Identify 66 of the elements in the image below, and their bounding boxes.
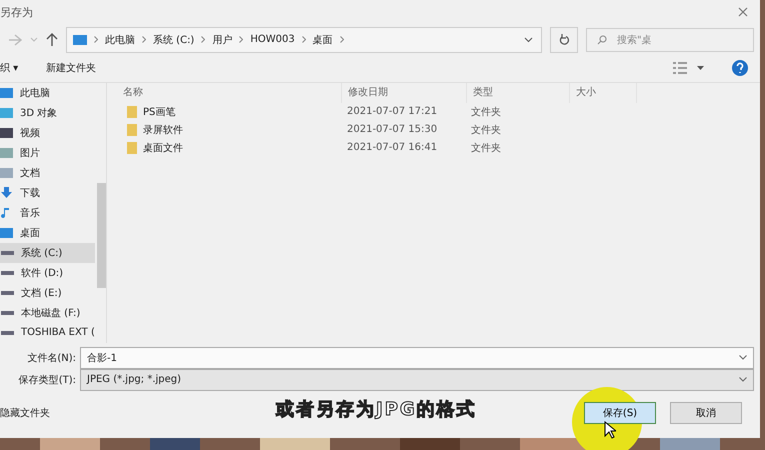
up-arrow-icon[interactable] <box>46 32 58 47</box>
organize-menu[interactable]: 织 ▾ <box>0 61 18 76</box>
back-arrow-icon[interactable] <box>8 34 22 46</box>
file-name[interactable]: 录屏软件 <box>143 122 183 137</box>
sidebar-item[interactable]: 视频 <box>0 122 95 143</box>
field-label: 文件名(N): <box>26 352 77 365</box>
cursor-icon <box>604 420 616 439</box>
refresh-icon <box>558 34 570 46</box>
field-label: 保存类型(T): <box>18 374 77 387</box>
sidebar-item[interactable]: 音乐 <box>0 202 95 223</box>
view-icon[interactable] <box>673 62 689 74</box>
sidebar-item[interactable]: TOSHIBA EXT ( <box>0 322 95 343</box>
subtitle-caption: 或者另存为JPG的格式 <box>276 398 477 421</box>
sidebar-item[interactable]: 文档 <box>0 162 95 183</box>
address-bar[interactable]: 此电脑 系统 (C:) 用户 HOW003 桌面 <box>66 26 542 53</box>
new-folder-button[interactable]: 新建文件夹 <box>46 61 96 76</box>
chevron-right-icon[interactable] <box>302 36 306 44</box>
chevron-right-icon[interactable] <box>201 36 206 44</box>
column-header[interactable]: 修改日期 <box>342 82 467 103</box>
file-type-dropdown[interactable]: JPEG (*.jpg; *.jpeg) <box>80 368 754 391</box>
search-icon <box>597 34 607 45</box>
chevron-right-icon[interactable] <box>340 36 344 44</box>
chevron-down-icon[interactable] <box>739 377 747 382</box>
folder-icon <box>127 124 137 136</box>
sidebar-item[interactable]: 文档 (E:) <box>0 282 95 303</box>
table-cell-text: 2021-07-07 15:30 <box>346 124 438 136</box>
chevron-right-icon[interactable] <box>239 36 244 44</box>
caret-icon[interactable] <box>697 66 704 70</box>
sidebar-item[interactable]: 下载 <box>0 182 95 203</box>
table-cell-text: 文件夹 <box>470 106 502 119</box>
filename-field[interactable]: 合影-1 <box>80 346 754 369</box>
breadcrumb[interactable]: HOW003 <box>250 34 295 46</box>
folder-icon <box>127 142 137 154</box>
save-button[interactable]: 保存(S) <box>584 402 656 424</box>
sidebar-item[interactable]: 图片 <box>0 142 95 163</box>
column-header[interactable]: 大小 <box>570 82 637 103</box>
column-header[interactable]: 名称 <box>123 82 342 103</box>
hide-folders-toggle[interactable]: 隐藏文件夹 <box>0 406 50 420</box>
table-cell-text: 文件夹 <box>470 142 502 155</box>
refresh-button[interactable] <box>550 26 578 53</box>
breadcrumb[interactable]: 系统 (C:) <box>153 32 194 47</box>
table-cell-text: 2021-07-07 17:21 <box>346 106 438 118</box>
sidebar-item[interactable]: 系统 (C:) <box>0 242 95 263</box>
file-name[interactable]: 桌面文件 <box>143 140 183 155</box>
table-cell-text: 文件夹 <box>470 124 502 137</box>
breadcrumb[interactable]: 桌面 <box>312 32 333 47</box>
chevron-down-icon[interactable] <box>739 355 747 360</box>
sidebar-item[interactable]: 桌面 <box>0 222 95 243</box>
folder-icon <box>127 106 137 118</box>
file-name[interactable]: PS画笔 <box>143 104 176 119</box>
cancel-button[interactable]: 取消 <box>670 402 742 424</box>
chevron-right-icon[interactable] <box>142 36 146 44</box>
monitor-icon <box>73 34 87 45</box>
sidebar-item[interactable]: 此电脑 <box>0 82 95 103</box>
sidebar-item[interactable]: 软件 (D:) <box>0 262 95 283</box>
window-title: 另存为 <box>0 4 33 20</box>
sidebar-item[interactable]: 本地磁盘 (F:) <box>0 302 95 323</box>
help-icon[interactable] <box>732 60 748 76</box>
sidebar-item[interactable]: 3D 对象 <box>0 102 95 123</box>
chevron-right-icon[interactable] <box>94 36 98 44</box>
chevron-down-icon[interactable] <box>524 36 533 43</box>
table-cell-text: 2021-07-07 16:41 <box>346 142 438 154</box>
column-header[interactable]: 类型 <box>467 82 570 103</box>
breadcrumb[interactable]: 用户 <box>212 32 232 47</box>
close-icon[interactable] <box>738 7 748 18</box>
breadcrumb[interactable]: 此电脑 <box>105 32 135 47</box>
